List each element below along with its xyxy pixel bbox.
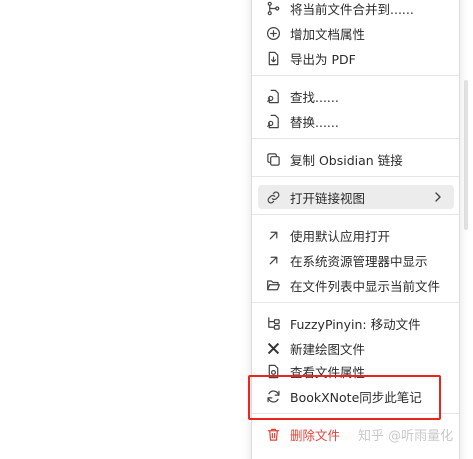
export-pdf-icon	[265, 50, 281, 66]
menu-item-label: 增加文档属性	[290, 26, 366, 42]
file-replace-icon	[265, 113, 281, 129]
git-merge-icon	[265, 0, 281, 16]
menu-item-label: 导出为 PDF	[290, 51, 356, 67]
scrollbar-thumb[interactable]	[464, 80, 468, 230]
trash-icon	[265, 426, 281, 442]
menu-item-label: 在系统资源管理器中显示	[290, 253, 428, 269]
menu-item-label: 新建绘图文件	[290, 341, 366, 357]
watermark: 知乎 @听雨量化	[358, 429, 454, 444]
menu-item-label: 删除文件	[290, 427, 341, 443]
copy-icon	[265, 151, 281, 167]
arrow-up-right-icon	[265, 227, 281, 243]
menu-separator	[252, 302, 459, 303]
annotation-highlight	[248, 375, 441, 420]
menu-item-export-pdf[interactable]: 导出为 PDF	[258, 46, 454, 70]
menu-separator	[252, 176, 459, 177]
drawing-icon	[265, 340, 281, 356]
file-search-icon	[265, 88, 281, 104]
menu-item-replace[interactable]: 替换......	[258, 109, 454, 133]
menu-separator	[252, 214, 459, 215]
menu-item-open-default-app[interactable]: 使用默认应用打开	[258, 223, 454, 247]
folder-open-icon	[265, 277, 281, 293]
chevron-right-icon	[430, 189, 446, 205]
menu-separator	[252, 138, 459, 139]
menu-item-copy-obsidian-link[interactable]: 复制 Obsidian 链接	[258, 147, 454, 171]
menu-item-label: 在文件列表中显示当前文件	[290, 278, 441, 294]
arrow-up-right-icon	[265, 252, 281, 268]
menu-item-label: 查找......	[290, 89, 339, 105]
menu-item-label: 打开链接视图	[290, 190, 366, 206]
menu-separator	[252, 75, 459, 76]
fuzzy-pinyin-icon	[265, 315, 281, 331]
link-icon	[265, 189, 281, 205]
menu-item-label: 将当前文件合并到......	[290, 1, 414, 17]
menu-item-add-property[interactable]: 增加文档属性	[258, 21, 454, 45]
menu-item-reveal-in-file-list[interactable]: 在文件列表中显示当前文件	[258, 273, 454, 297]
menu-item-label: 替换......	[290, 114, 339, 130]
menu-item-new-drawing[interactable]: 新建绘图文件	[258, 336, 454, 360]
menu-item-fuzzypinyin-move[interactable]: FuzzyPinyin: 移动文件	[258, 311, 454, 335]
menu-item-label: 复制 Obsidian 链接	[290, 152, 403, 168]
plus-circle-icon	[265, 25, 281, 41]
menu-item-find[interactable]: 查找......	[258, 84, 454, 108]
menu-item-open-link-view[interactable]: 打开链接视图	[258, 185, 454, 209]
menu-item-merge-file[interactable]: 将当前文件合并到......	[258, 0, 454, 20]
menu-item-label: FuzzyPinyin: 移动文件	[290, 316, 421, 332]
menu-item-show-in-explorer[interactable]: 在系统资源管理器中显示	[258, 248, 454, 272]
menu-item-label: 使用默认应用打开	[290, 228, 391, 244]
